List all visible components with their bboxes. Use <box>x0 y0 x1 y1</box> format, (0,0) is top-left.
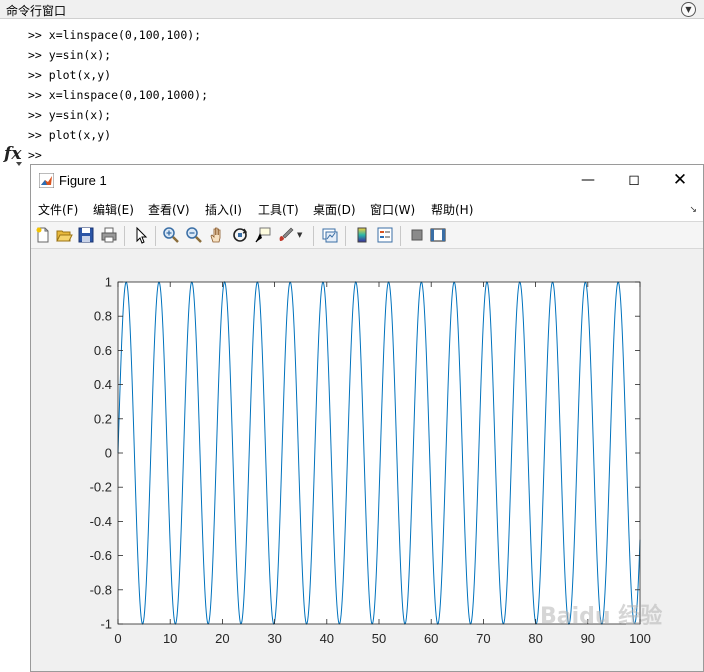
command-window-titlebar: 命令行窗口 ▼ <box>0 0 704 19</box>
y-tick-label: -0.6 <box>90 548 112 563</box>
y-tick-label: -0.2 <box>90 480 112 495</box>
matlab-logo-icon <box>39 173 54 188</box>
pointer-icon[interactable] <box>132 226 150 244</box>
command-window-menu-button[interactable]: ▼ <box>681 2 696 17</box>
function-browser-icon[interactable]: fx <box>4 144 21 164</box>
x-tick-label: 80 <box>528 631 542 646</box>
menubar-overflow-icon[interactable]: ↘ <box>689 205 697 215</box>
legend-icon[interactable] <box>376 226 394 244</box>
menu-edit[interactable]: 编辑(E) <box>93 201 134 218</box>
pan-icon[interactable] <box>208 226 226 244</box>
link-plot-icon[interactable] <box>321 226 339 244</box>
x-tick-label: 10 <box>163 631 177 646</box>
x-tick-label: 90 <box>581 631 595 646</box>
command-line: >> x=linspace(0,100,100); <box>28 28 202 42</box>
command-prompt[interactable]: >> <box>28 145 208 165</box>
x-tick-label: 30 <box>267 631 281 646</box>
minimize-button[interactable]: — <box>565 165 611 195</box>
figure-toolbar: ▼ <box>31 221 703 249</box>
x-tick-label: 70 <box>476 631 490 646</box>
menu-tools[interactable]: 工具(T) <box>258 201 299 218</box>
show-plot-tools-icon[interactable] <box>429 226 447 244</box>
rotate-3d-icon[interactable] <box>231 226 249 244</box>
y-tick-label: 0.6 <box>94 343 112 358</box>
save-icon[interactable] <box>77 226 95 244</box>
menu-help[interactable]: 帮助(H) <box>431 201 473 218</box>
maximize-button[interactable]: ◻ <box>611 165 657 195</box>
menu-view[interactable]: 查看(V) <box>148 201 190 218</box>
y-tick-label: -0.8 <box>90 582 112 597</box>
y-tick-label: 0 <box>105 446 112 461</box>
y-tick-label: -0.4 <box>90 514 112 529</box>
watermark: Baidu 经验 <box>540 604 663 629</box>
command-history: >> x=linspace(0,100,100); >> y=sin(x); >… <box>28 25 208 165</box>
figure-title: Figure 1 <box>59 173 107 188</box>
y-tick-label: -1 <box>100 617 112 632</box>
data-cursor-icon[interactable] <box>254 226 272 244</box>
command-window-title: 命令行窗口 <box>6 4 67 18</box>
x-tick-label: 50 <box>372 631 386 646</box>
y-tick-label: 0.8 <box>94 309 112 324</box>
function-browser-arrow-icon[interactable] <box>16 162 22 166</box>
menu-window[interactable]: 窗口(W) <box>370 201 415 218</box>
x-tick-label: 100 <box>629 631 651 646</box>
menu-file[interactable]: 文件(F) <box>38 201 78 218</box>
x-tick-label: 60 <box>424 631 438 646</box>
figure-menubar: 文件(F) 编辑(E) 查看(V) 插入(I) 工具(T) 桌面(D) 窗口(W… <box>31 195 703 221</box>
toolbar-separator <box>400 226 401 246</box>
y-tick-label: 0.4 <box>94 377 112 392</box>
x-tick-label: 0 <box>114 631 121 646</box>
toolbar-separator <box>155 226 156 246</box>
x-tick-label: 40 <box>320 631 334 646</box>
colorbar-icon[interactable] <box>353 226 371 244</box>
toolbar-separator <box>313 226 314 246</box>
menu-insert[interactable]: 插入(I) <box>205 201 242 218</box>
command-gutter <box>0 19 26 672</box>
command-line: >> plot(x,y) <box>28 128 112 142</box>
y-tick-label: 1 <box>105 275 112 290</box>
command-line: >> x=linspace(0,100,1000); <box>28 88 209 102</box>
figure-window[interactable]: Figure 1 — ◻ ✕ 文件(F) 编辑(E) 查看(V) 插入(I) 工… <box>30 164 704 672</box>
toolbar-separator <box>345 226 346 246</box>
figure-titlebar[interactable]: Figure 1 — ◻ ✕ <box>31 165 703 195</box>
command-line: >> y=sin(x); <box>28 48 112 62</box>
command-line: >> plot(x,y) <box>28 68 112 82</box>
toolbar-separator <box>124 226 125 246</box>
y-tick-label: 0.2 <box>94 411 112 426</box>
zoom-out-icon[interactable] <box>185 226 203 244</box>
open-file-icon[interactable] <box>55 226 73 244</box>
command-line: >> y=sin(x); <box>28 108 112 122</box>
brush-icon[interactable] <box>277 226 295 244</box>
zoom-in-icon[interactable] <box>162 226 180 244</box>
x-tick-label: 20 <box>215 631 229 646</box>
hide-plot-tools-icon[interactable] <box>408 226 426 244</box>
new-figure-icon[interactable] <box>34 226 52 244</box>
print-icon[interactable] <box>100 226 118 244</box>
close-button[interactable]: ✕ <box>657 165 703 195</box>
menu-desktop[interactable]: 桌面(D) <box>313 201 356 218</box>
